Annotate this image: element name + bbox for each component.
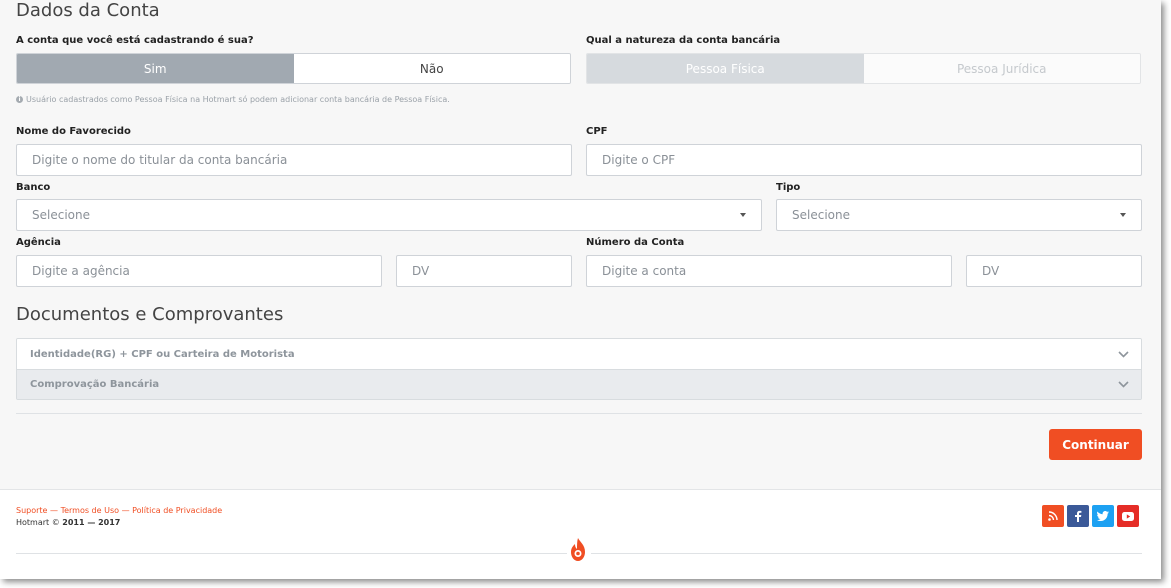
conta-label: Número da Conta (586, 237, 685, 248)
tipo-select[interactable]: Selecione (776, 199, 1142, 231)
agencia-dv-placeholder: DV (412, 264, 430, 278)
agencia-placeholder: Digite a agência (32, 264, 130, 278)
facebook-icon[interactable] (1067, 505, 1089, 527)
account-section-title: Dados da Conta (16, 0, 160, 21)
agencia-dv-input[interactable]: DV (396, 255, 572, 287)
section-divider (16, 413, 1142, 414)
conta-dv-input[interactable]: DV (966, 255, 1142, 287)
cpf-input[interactable]: Digite o CPF (586, 144, 1142, 176)
ownership-yes-option[interactable]: Sim (17, 54, 294, 83)
footer-divider-right (591, 553, 1142, 554)
chevron-down-icon (1118, 381, 1129, 388)
documents-section-title: Documentos e Comprovantes (16, 304, 284, 325)
agencia-label: Agência (16, 237, 61, 248)
caret-down-icon (1120, 213, 1126, 217)
accordion-item-label: Comprovação Bancária (30, 379, 160, 390)
continue-button[interactable]: Continuar (1049, 429, 1142, 460)
caret-down-icon (740, 213, 746, 217)
favorecido-placeholder: Digite o nome do titular da conta bancár… (32, 153, 288, 167)
chevron-down-icon (1118, 350, 1129, 358)
rss-icon[interactable] (1042, 505, 1064, 527)
ownership-question-label: A conta que você está cadastrando é sua? (16, 35, 254, 46)
footer-links: Suporte — Termos de Uso — Política de Pr… (16, 506, 223, 515)
hint-text: Usuário cadastrados como Pessoa Física n… (26, 95, 450, 104)
accordion-item-comprovacao[interactable]: Comprovação Bancária (17, 369, 1141, 399)
accordion-item-identidade[interactable]: Identidade(RG) + CPF ou Carteira de Moto… (17, 339, 1141, 369)
privacy-link[interactable]: Política de Privacidade (132, 506, 222, 515)
hotmart-flame-icon (571, 538, 585, 561)
twitter-icon[interactable] (1092, 505, 1114, 527)
social-links (1042, 505, 1139, 527)
footer: Suporte — Termos de Uso — Política de Pr… (0, 489, 1161, 579)
favorecido-label: Nome do Favorecido (16, 126, 131, 137)
nature-question-label: Qual a natureza da conta bancária (586, 35, 781, 46)
conta-input[interactable]: Digite a conta (586, 255, 952, 287)
conta-dv-placeholder: DV (982, 264, 1000, 278)
copyright: Hotmart © 2011 — 2017 (16, 518, 121, 527)
terms-link[interactable]: Termos de Uso (61, 506, 119, 515)
banco-selected-value: Selecione (32, 208, 90, 222)
support-link[interactable]: Suporte (16, 506, 47, 515)
youtube-icon[interactable] (1117, 505, 1139, 527)
ownership-toggle: Sim Não (16, 53, 571, 84)
favorecido-input[interactable]: Digite o nome do titular da conta bancár… (16, 144, 572, 176)
accordion-item-label: Identidade(RG) + CPF ou Carteira de Moto… (30, 348, 295, 360)
nature-pessoa-fisica-option[interactable]: Pessoa Física (587, 54, 864, 83)
conta-placeholder: Digite a conta (602, 264, 687, 278)
nature-pessoa-juridica-option[interactable]: Pessoa Jurídica (863, 54, 1140, 83)
tipo-label: Tipo (776, 182, 801, 193)
cpf-label: CPF (586, 126, 608, 137)
footer-divider-left (16, 553, 567, 554)
info-icon: i (16, 96, 23, 103)
documents-accordion: Identidade(RG) + CPF ou Carteira de Moto… (16, 338, 1142, 400)
banco-label: Banco (16, 182, 51, 193)
nature-toggle: Pessoa Física Pessoa Jurídica (586, 53, 1141, 84)
tipo-selected-value: Selecione (792, 208, 850, 222)
agencia-input[interactable]: Digite a agência (16, 255, 382, 287)
copyright-years: 2011 — 2017 (62, 518, 121, 527)
cpf-placeholder: Digite o CPF (602, 153, 676, 167)
account-type-hint: i Usuário cadastrados como Pessoa Física… (16, 95, 450, 104)
ownership-no-option[interactable]: Não (293, 54, 570, 83)
banco-select[interactable]: Selecione (16, 199, 762, 231)
bank-account-form-page: Dados da Conta A conta que você está cad… (0, 0, 1161, 579)
